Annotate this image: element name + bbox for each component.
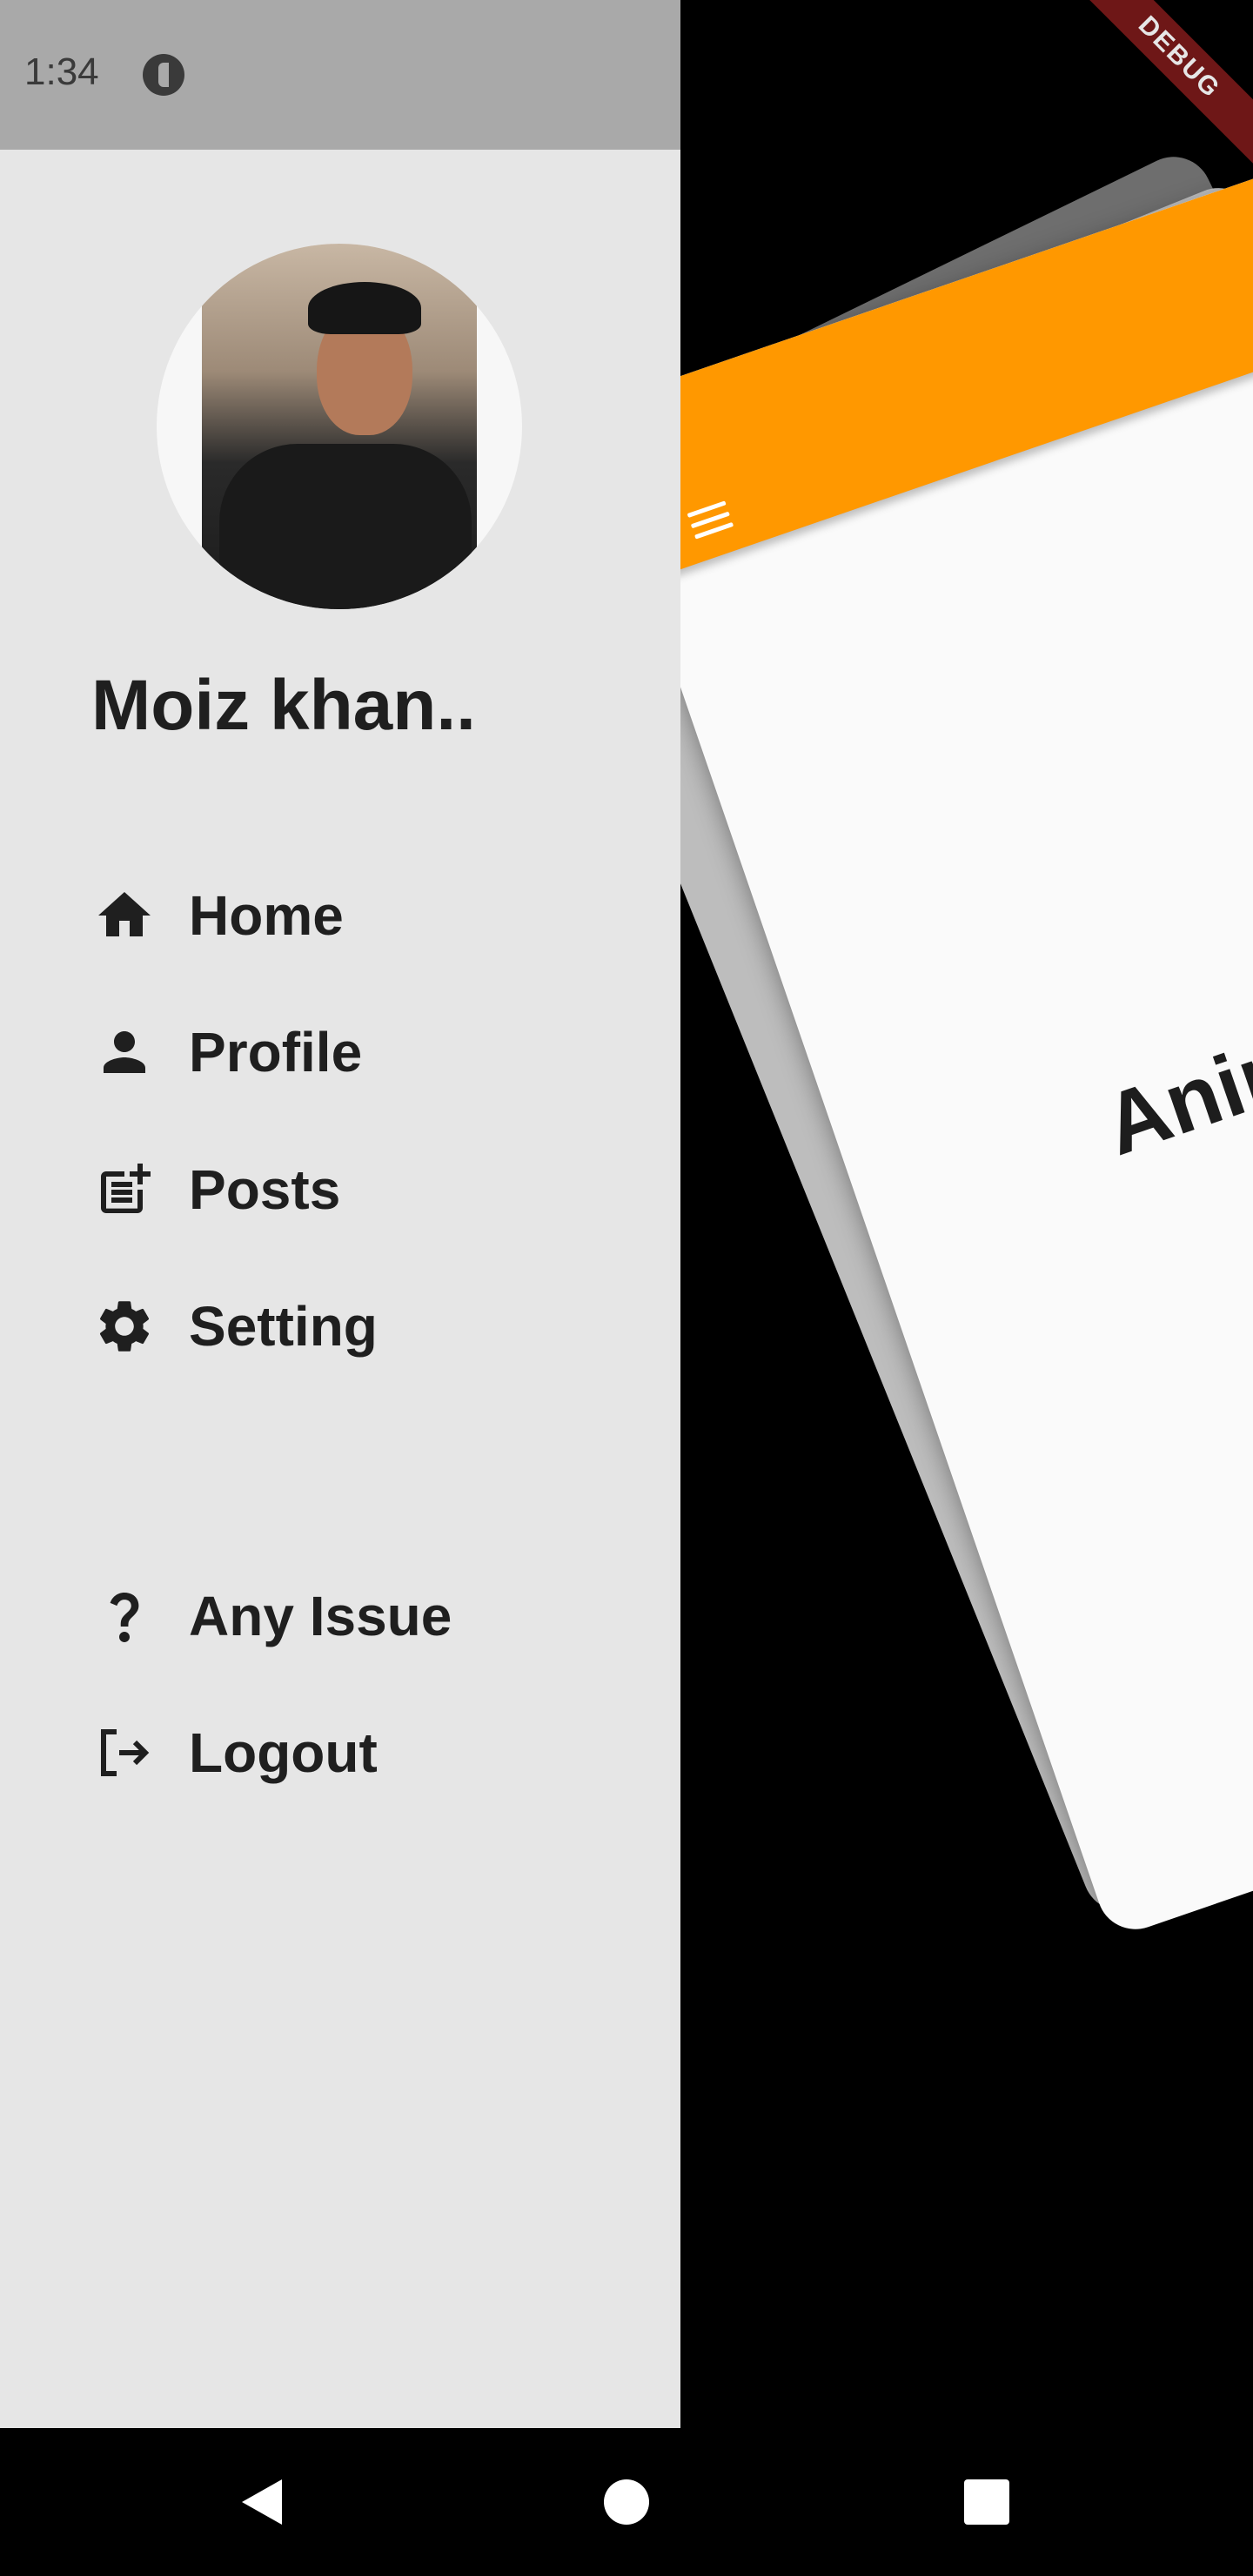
drawer-item-label: Home <box>189 884 344 947</box>
recents-square-icon[interactable] <box>961 2476 1013 2528</box>
navigation-drawer: Moiz khan.. Home Profile Posts Setting A… <box>0 150 680 2428</box>
question-icon <box>91 1583 157 1649</box>
user-name: Moiz khan.. <box>91 666 476 745</box>
person-icon <box>91 1019 157 1085</box>
drawer-item-label: Logout <box>189 1721 378 1784</box>
drawer-item-setting[interactable]: Setting <box>91 1287 378 1365</box>
app-indicator-icon <box>143 54 184 96</box>
menu-icon[interactable] <box>687 500 737 547</box>
logout-icon <box>91 1720 157 1786</box>
avatar[interactable] <box>157 244 522 609</box>
profile-photo <box>202 244 477 609</box>
drawer-item-label: Profile <box>189 1021 363 1083</box>
drawer-item-any-issue[interactable]: Any Issue <box>91 1577 452 1655</box>
debug-banner: DEBUG <box>1061 0 1253 176</box>
main-title: Animate <box>1092 969 1253 1175</box>
back-icon[interactable] <box>237 2476 289 2528</box>
gear-icon <box>91 1293 157 1359</box>
status-bar: 1:34 <box>0 0 680 150</box>
app-bar <box>585 153 1253 582</box>
post-add-icon <box>91 1157 157 1223</box>
status-time: 1:34 <box>24 50 99 93</box>
home-circle-icon[interactable] <box>600 2476 653 2528</box>
drawer-item-logout[interactable]: Logout <box>91 1714 378 1792</box>
drawer-item-label: Any Issue <box>189 1585 452 1647</box>
drawer-item-posts[interactable]: Posts <box>91 1150 340 1229</box>
drawer-item-label: Setting <box>189 1295 378 1358</box>
drawer-item-home[interactable]: Home <box>91 876 344 955</box>
navigation-bar <box>0 2428 1253 2576</box>
drawer-item-profile[interactable]: Profile <box>91 1013 362 1091</box>
main-app-card[interactable]: Animate <box>585 153 1253 1940</box>
home-icon <box>91 882 157 949</box>
drawer-item-label: Posts <box>189 1158 341 1221</box>
